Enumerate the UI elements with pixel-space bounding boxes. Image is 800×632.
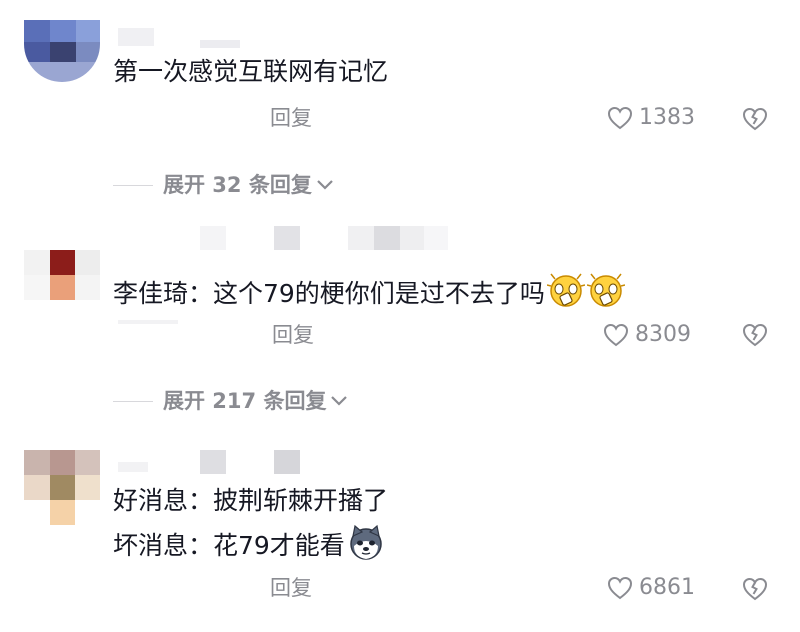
like-button[interactable]: 1383 (607, 104, 695, 132)
username-redacted (118, 320, 178, 324)
avatar[interactable] (24, 20, 100, 82)
expand-replies-button[interactable]: 展开 32 条回复 (113, 171, 334, 199)
username-redacted (400, 226, 426, 250)
reply-button[interactable]: 回复 (272, 321, 314, 349)
reply-button[interactable]: 回复 (270, 104, 312, 132)
divider-line (113, 184, 153, 186)
like-button[interactable]: 8309 (603, 321, 691, 349)
like-button[interactable]: 6861 (607, 574, 695, 602)
husky-face-icon (350, 524, 382, 560)
comment-text: 第一次感觉互联网有记忆 (113, 57, 389, 86)
username-redacted (200, 450, 226, 474)
username-redacted[interactable] (118, 28, 154, 46)
broken-heart-icon[interactable] (741, 576, 769, 602)
avatar[interactable] (24, 250, 100, 300)
username-redacted (348, 226, 374, 250)
comment-text: 李佳琦：这个79的梗你们是过不去了吗 (113, 272, 625, 311)
username-redacted (374, 226, 400, 250)
heart-icon (603, 323, 629, 347)
broken-heart-icon[interactable] (741, 322, 769, 348)
heart-icon (607, 106, 633, 130)
username-redacted[interactable] (118, 462, 148, 472)
expand-replies-label: 展开 217 条回复 (163, 389, 327, 413)
broken-heart-icon[interactable] (741, 106, 769, 132)
comment-text-body: 李佳琦：这个79的梗你们是过不去了吗 (113, 279, 545, 308)
like-count: 8309 (635, 322, 691, 347)
comment-text-line1: 好消息：披荆斩棘开播了 (113, 486, 389, 515)
username-redacted (274, 450, 300, 474)
shocked-face-icon (546, 273, 585, 307)
chevron-down-icon (331, 396, 348, 406)
divider-line (113, 400, 153, 402)
expand-replies-button[interactable]: 展开 217 条回复 (113, 387, 348, 415)
comment-text-line2: 坏消息：花79才能看 (113, 524, 385, 563)
chevron-down-icon (317, 180, 333, 190)
like-count: 6861 (639, 575, 695, 600)
username-redacted (200, 40, 240, 48)
username-redacted[interactable] (200, 226, 226, 250)
username-redacted (424, 226, 448, 250)
heart-icon (607, 576, 633, 600)
reply-button[interactable]: 回复 (270, 574, 312, 602)
comment-text-line2-body: 坏消息：花79才能看 (113, 531, 345, 560)
like-count: 1383 (639, 105, 695, 130)
expand-replies-label: 展开 32 条回复 (163, 173, 312, 197)
shocked-face-icon (586, 273, 625, 307)
username-redacted (274, 226, 300, 250)
avatar[interactable] (24, 450, 100, 525)
